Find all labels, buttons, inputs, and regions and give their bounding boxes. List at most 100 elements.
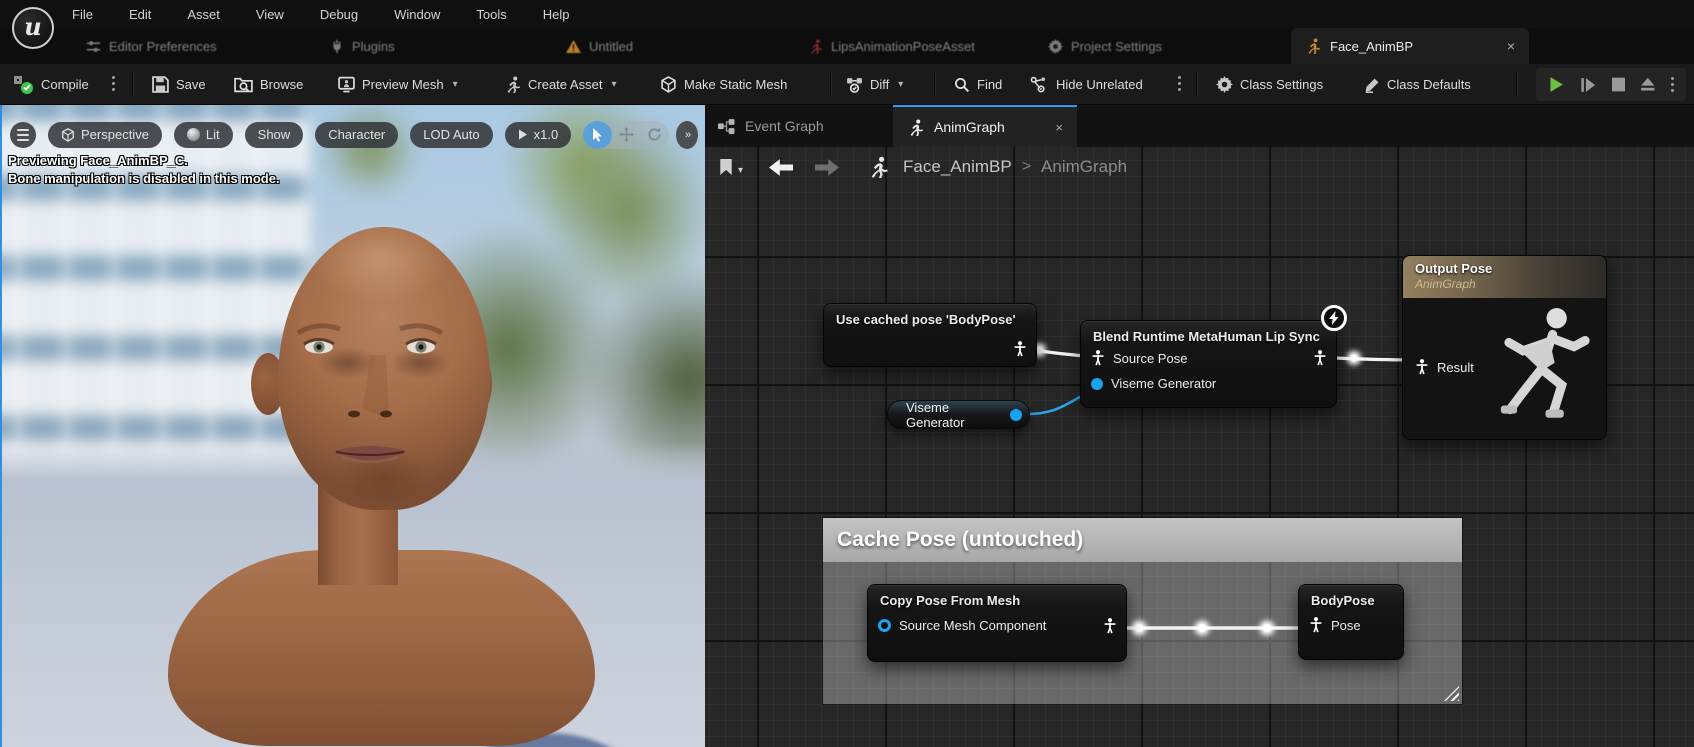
blueprint-toolbar: Compile Save Browse Preview Mesh ▾ Creat… xyxy=(0,64,1694,105)
lod-button[interactable]: LOD Auto xyxy=(410,122,492,148)
pose-output-pin[interactable] xyxy=(1013,341,1027,357)
class-defaults-label: Class Defaults xyxy=(1387,77,1471,92)
close-tab-icon[interactable]: × xyxy=(1055,120,1063,135)
move-tool-button[interactable] xyxy=(612,121,641,149)
menu-help[interactable]: Help xyxy=(543,7,570,22)
hide-unrelated-button[interactable]: Hide Unrelated xyxy=(1030,64,1143,105)
viewport-expand-button[interactable]: » xyxy=(676,121,698,149)
node-subtitle: AnimGraph xyxy=(1415,277,1594,291)
viewport-toolbar: Perspective Lit Show Character LOD Auto xyxy=(10,121,669,148)
toolbar-separator xyxy=(1196,72,1197,97)
tab-label: Plugins xyxy=(352,39,395,54)
perspective-button[interactable]: Perspective xyxy=(48,122,162,148)
tab-animgraph[interactable]: AnimGraph × xyxy=(893,105,1077,147)
source-mesh-component-input-pin[interactable] xyxy=(878,619,891,632)
result-input-pin[interactable] xyxy=(1415,359,1429,375)
runner-icon xyxy=(808,39,823,54)
chevron-down-icon: ▾ xyxy=(898,79,903,90)
hide-unrelated-options-dots[interactable] xyxy=(1178,76,1181,91)
make-static-mesh-button[interactable]: Make Static Mesh xyxy=(660,64,787,105)
browse-button[interactable]: Browse xyxy=(234,64,303,105)
pose-output-pin[interactable] xyxy=(1103,618,1117,634)
node-use-cached-pose[interactable]: Use cached pose 'BodyPose' xyxy=(823,303,1037,367)
find-button[interactable]: Find xyxy=(954,64,1002,105)
preview-mesh-icon xyxy=(338,76,355,93)
bookmark-icon[interactable] xyxy=(719,159,733,175)
tab-plugins[interactable]: Plugins xyxy=(330,28,395,64)
animgraph-panel[interactable]: Cache Pose (untouched) xyxy=(705,105,1694,747)
play-options-dots[interactable] xyxy=(1671,77,1674,92)
viseme-generator-input-pin[interactable] xyxy=(1091,378,1103,390)
forward-arrow-icon[interactable] xyxy=(815,159,839,176)
tab-label: Editor Preferences xyxy=(109,39,217,54)
lod-label: LOD Auto xyxy=(423,127,479,142)
plug-icon xyxy=(330,39,344,53)
play-button[interactable] xyxy=(1548,75,1565,94)
select-tool-button[interactable] xyxy=(583,121,612,149)
viewport-menu-button[interactable] xyxy=(10,122,36,148)
save-icon xyxy=(152,76,169,93)
comment-resize-handle[interactable] xyxy=(1444,686,1459,701)
save-button[interactable]: Save xyxy=(152,64,206,105)
viseme-generator-output-pin[interactable] xyxy=(1010,409,1022,421)
runner-icon xyxy=(907,119,924,136)
compile-icon xyxy=(14,75,34,95)
diff-button[interactable]: Diff ▾ xyxy=(846,64,903,105)
node-title: Viseme Generator xyxy=(906,400,1003,430)
toolbar-separator xyxy=(830,72,831,97)
speed-label: x1.0 xyxy=(534,127,559,142)
class-settings-button[interactable]: Class Settings xyxy=(1216,64,1323,105)
frame-skip-button[interactable] xyxy=(1580,77,1596,93)
tab-event-graph[interactable]: Event Graph xyxy=(712,105,830,147)
menu-edit[interactable]: Edit xyxy=(129,7,151,22)
comment-title[interactable]: Cache Pose (untouched) xyxy=(823,518,1462,562)
close-tab-icon[interactable]: × xyxy=(1507,38,1515,54)
show-button[interactable]: Show xyxy=(245,122,304,148)
pose-output-pin[interactable] xyxy=(1313,350,1327,366)
node-title: Output Pose xyxy=(1415,261,1594,276)
viewport-focus-border xyxy=(0,105,2,747)
node-output-pose[interactable]: Output Pose AnimGraph Result xyxy=(1402,255,1607,440)
chevron-down-icon[interactable]: ▾ xyxy=(738,165,743,176)
node-viseme-generator[interactable]: Viseme Generator xyxy=(887,400,1030,429)
compile-options-dots[interactable] xyxy=(112,76,115,91)
pose-input-pin[interactable] xyxy=(1309,617,1323,633)
toolbar-separator xyxy=(1516,72,1517,97)
tab-editor-preferences[interactable]: Editor Preferences xyxy=(86,28,217,64)
back-arrow-icon[interactable] xyxy=(769,159,793,176)
tab-untitled[interactable]: Untitled xyxy=(566,28,633,64)
node-blend-runtime-metahuman-lip-sync[interactable]: Blend Runtime MetaHuman Lip Sync Source … xyxy=(1080,320,1337,408)
breadcrumb-root[interactable]: Face_AnimBP xyxy=(903,157,1012,177)
class-defaults-button[interactable]: Class Defaults xyxy=(1364,64,1471,105)
node-bodypose[interactable]: BodyPose Pose xyxy=(1298,584,1404,660)
create-asset-icon xyxy=(504,76,521,93)
lit-button[interactable]: Lit xyxy=(174,122,233,148)
unreal-logo-icon[interactable]: u xyxy=(12,7,54,49)
menu-asset[interactable]: Asset xyxy=(187,7,220,22)
menu-tools[interactable]: Tools xyxy=(476,7,506,22)
menu-file[interactable]: File xyxy=(72,7,93,22)
rotate-tool-button[interactable] xyxy=(641,121,670,149)
stop-button[interactable] xyxy=(1612,77,1626,92)
create-asset-button[interactable]: Create Asset ▾ xyxy=(504,64,616,105)
diff-label: Diff xyxy=(870,77,889,92)
pose-input-pin[interactable] xyxy=(1091,350,1105,366)
preview-mesh-button[interactable]: Preview Mesh ▾ xyxy=(338,64,458,105)
node-copy-pose-from-mesh[interactable]: Copy Pose From Mesh Source Mesh Componen… xyxy=(867,584,1127,662)
eject-button[interactable] xyxy=(1640,77,1656,92)
preview-status-line1: Previewing Face_AnimBP_C. xyxy=(8,153,188,168)
breadcrumb-separator: > xyxy=(1022,158,1031,176)
pin-label-source-mesh-component: Source Mesh Component xyxy=(899,618,1046,633)
tab-face-animbp[interactable]: Face_AnimBP × xyxy=(1291,28,1529,64)
chevron-down-icon: ▾ xyxy=(611,79,616,90)
tab-project-settings[interactable]: Project Settings xyxy=(1048,28,1162,64)
menu-window[interactable]: Window xyxy=(394,7,440,22)
preview-viewport[interactable]: Perspective Lit Show Character LOD Auto xyxy=(0,105,705,747)
character-button[interactable]: Character xyxy=(315,122,398,148)
menu-debug[interactable]: Debug xyxy=(320,7,358,22)
tab-lips-animation-pose-asset[interactable]: LipsAnimationPoseAsset xyxy=(808,28,975,64)
lit-sphere-icon xyxy=(187,128,200,141)
compile-button[interactable]: Compile xyxy=(14,64,89,105)
playback-speed-button[interactable]: x1.0 xyxy=(505,122,572,148)
menu-view[interactable]: View xyxy=(256,7,284,22)
